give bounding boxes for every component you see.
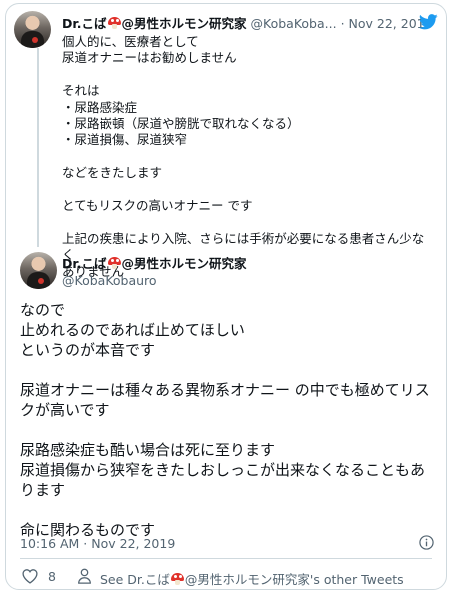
- author-handle[interactable]: @KobaKobauro: [62, 273, 157, 289]
- quoted-tweet-header: Dr.こば @男性ホルモン研究家 @KobaKoba... · Nov 22, 2…: [62, 16, 433, 32]
- mushroom-icon: [107, 257, 121, 269]
- tweet-timestamp[interactable]: 10:16 AM · Nov 22, 2019: [20, 536, 175, 551]
- tweet-card: Dr.こば @男性ホルモン研究家 @KobaKoba... · Nov 22, 2…: [5, 3, 447, 590]
- mushroom-icon: [170, 573, 184, 585]
- meta-separator: ·: [340, 16, 345, 31]
- person-icon: [78, 568, 91, 584]
- tweet-text: なので 止めれるのであれば止めてほしい というのが本音です 尿道オナニーは種々あ…: [20, 301, 430, 539]
- heart-icon[interactable]: [21, 568, 39, 584]
- see-other-tweets-link[interactable]: See Dr.こば @男性ホルモン研究家's other Tweets: [100, 569, 404, 588]
- thread-connector-line: [37, 48, 39, 247]
- author-avatar[interactable]: [20, 252, 57, 289]
- mushroom-icon: [107, 17, 121, 29]
- like-count[interactable]: 8: [48, 569, 56, 584]
- twitter-bird-icon[interactable]: [419, 14, 438, 30]
- info-icon[interactable]: [419, 535, 434, 550]
- footer-divider: [20, 558, 432, 559]
- quoted-handle[interactable]: @KobaKoba...: [251, 16, 337, 31]
- quoted-avatar[interactable]: [14, 11, 51, 48]
- author-display-name[interactable]: Dr.こば @男性ホルモン研究家: [62, 256, 247, 272]
- quoted-display-name[interactable]: Dr.こば @男性ホルモン研究家: [62, 16, 247, 31]
- quoted-tweet-text: 個人的に、医療者として 尿道オナニーはお勧めしません それは ・尿路感染症 ・尿…: [62, 34, 425, 279]
